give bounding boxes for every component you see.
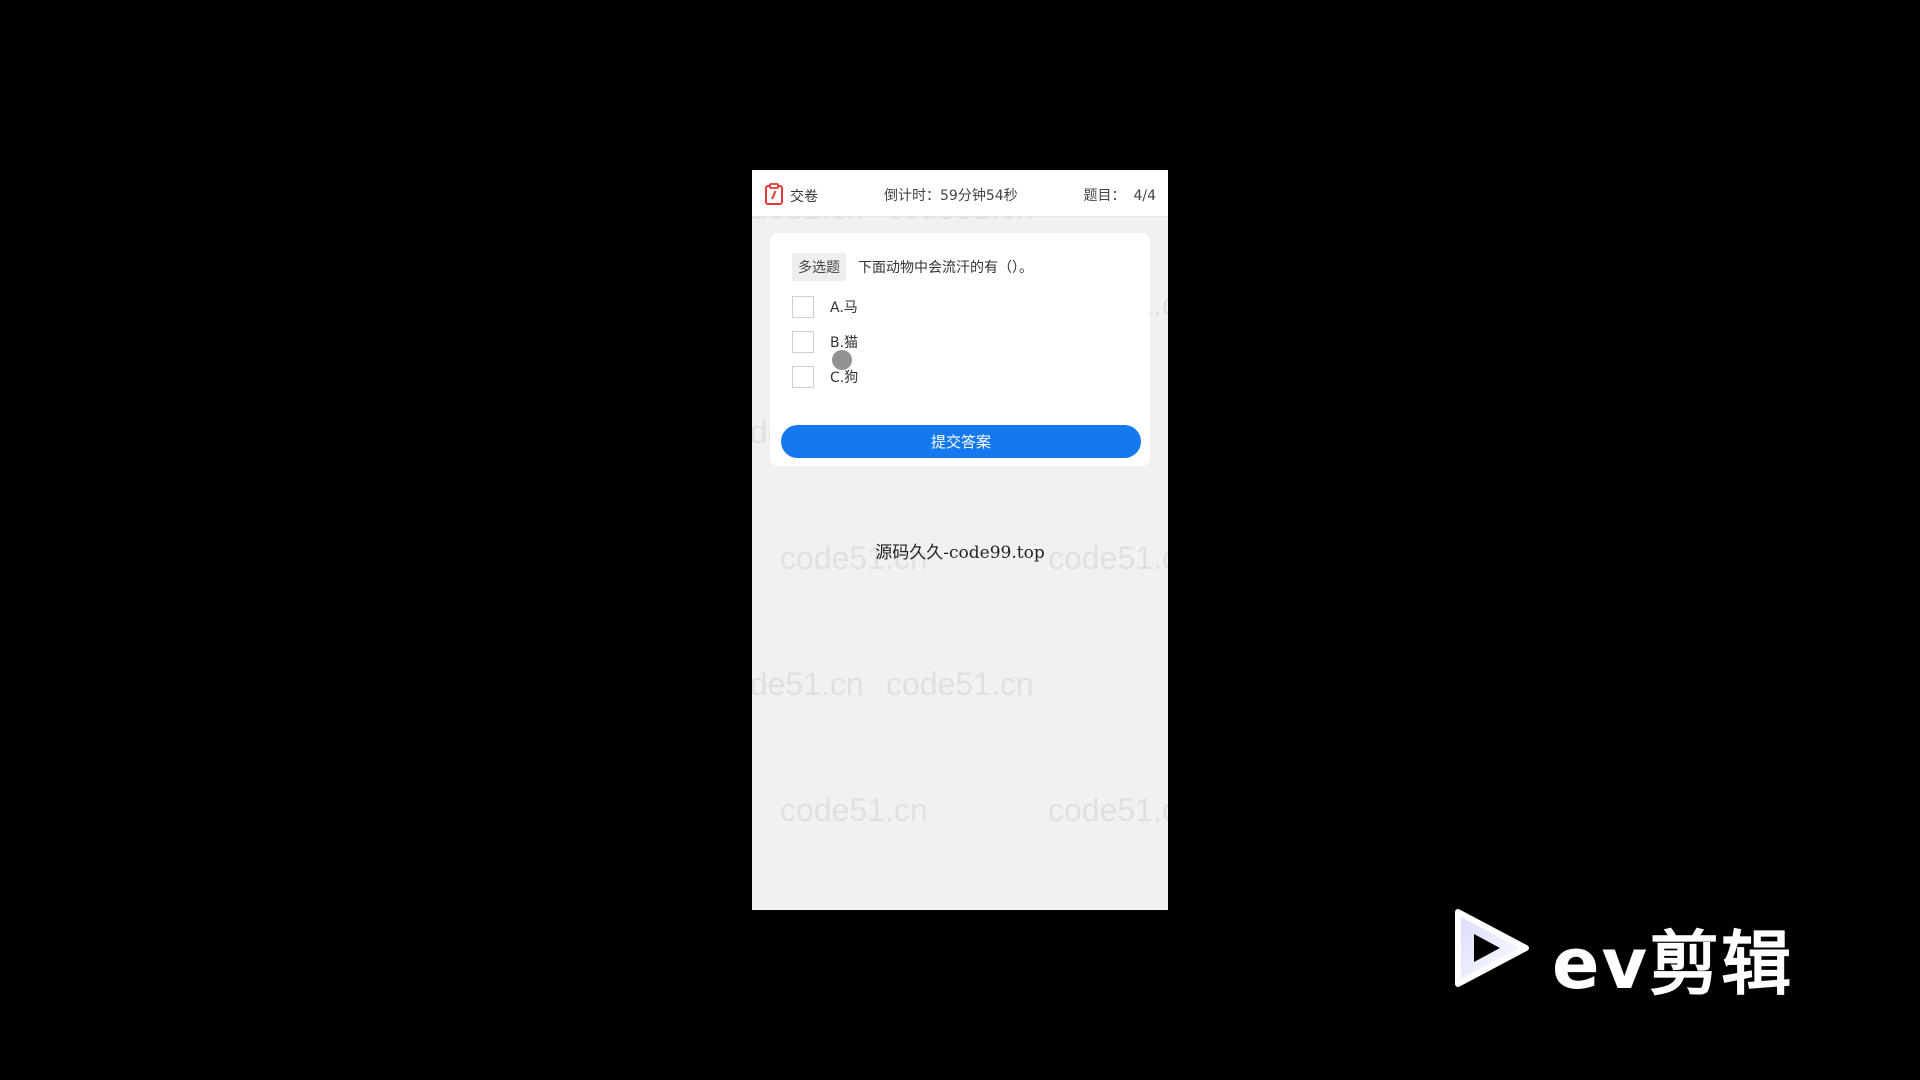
watermark-text: code51.cn (780, 792, 928, 828)
question-counter: 题目： 4/4 (1083, 185, 1156, 205)
touch-cursor-indicator (832, 350, 852, 370)
play-icon (1452, 906, 1532, 994)
question-counter-label: 题目： (1083, 188, 1126, 204)
clipboard-icon (764, 183, 784, 209)
question-card: 多选题 下面动物中会流汗的有（）。 A.马 B.猫 C.狗 提交答案 (770, 233, 1150, 466)
option-checkbox[interactable] (792, 296, 814, 318)
logo-text: ev剪辑 (1552, 923, 1794, 1005)
option-a[interactable]: A.马 (792, 296, 858, 318)
submit-answer-button[interactable]: 提交答案 (781, 425, 1141, 458)
watermark-text: code51.cn (752, 666, 864, 702)
countdown-timer: 倒计时：59分钟54秒 (884, 188, 1018, 204)
option-label: C.狗 (830, 370, 859, 386)
option-b[interactable]: B.猫 (792, 331, 858, 353)
question-text: 下面动物中会流汗的有（）。 (858, 260, 1033, 276)
question-header: 多选题 下面动物中会流汗的有（）。 (792, 253, 1033, 281)
submit-paper-button[interactable]: 交卷 (764, 183, 818, 209)
site-text: 源码久久-code99.top (875, 543, 1045, 563)
question-counter-value: 4/4 (1133, 188, 1156, 204)
option-label: A.马 (830, 300, 858, 316)
watermark-text: code51.cn (886, 666, 1034, 702)
option-checkbox[interactable] (792, 331, 814, 353)
ev-logo: ev剪辑 (1452, 906, 1812, 1005)
option-label: B.猫 (830, 335, 859, 351)
quiz-screen: code51.cn code51.cn code51.cn code51.cn … (752, 170, 1168, 910)
option-c[interactable]: C.狗 (792, 366, 858, 388)
submit-paper-label: 交卷 (790, 189, 818, 205)
question-type-badge: 多选题 (792, 253, 846, 281)
option-checkbox[interactable] (792, 366, 814, 388)
watermark-text: code51.cn (1048, 792, 1168, 828)
top-bar: 交卷 倒计时：59分钟54秒 题目： 4/4 (752, 170, 1168, 217)
